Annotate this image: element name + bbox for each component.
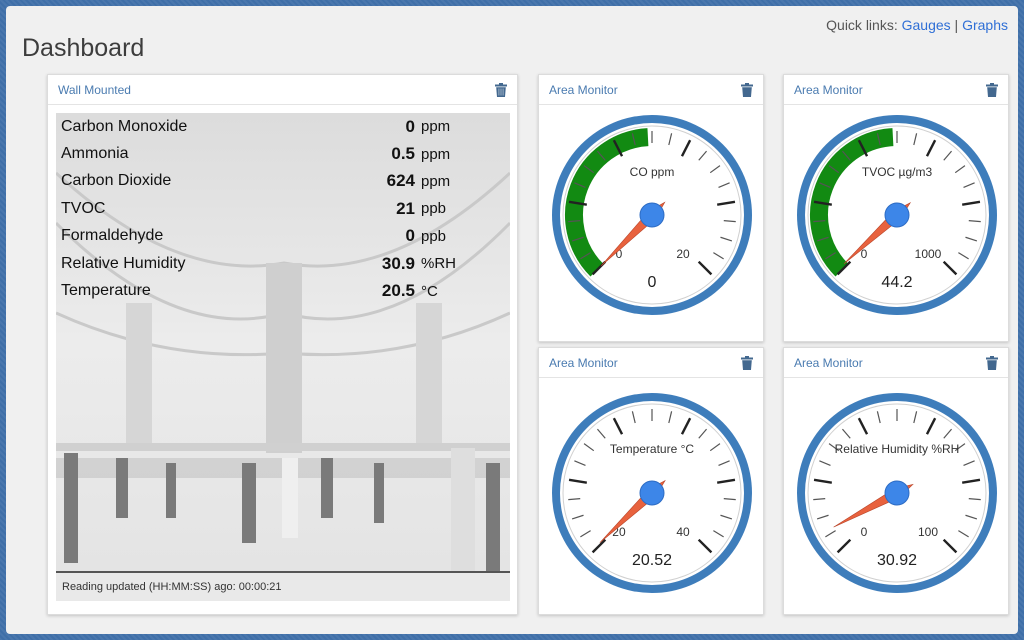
card-title: Area Monitor <box>549 355 618 370</box>
reading-unit: ppb <box>421 227 447 245</box>
app-frame: Quick links: Gauges | Graphs Dashboard W… <box>6 6 1018 634</box>
gauge-dial: CO ppm 0 20 0 <box>552 115 752 315</box>
quick-links-label: Quick links: <box>826 17 898 33</box>
reading-unit: ppm <box>421 145 451 163</box>
gauge-dial: Temperature °C 20 40 20.52 <box>552 393 752 593</box>
trash-icon[interactable] <box>986 355 998 370</box>
reading-name: Formaldehyde <box>61 227 164 245</box>
readings-list: Carbon Monoxide 0 ppm Ammonia 0.5 ppm Ca… <box>56 113 510 305</box>
gauge-value: 0 <box>648 274 657 291</box>
reading-row: Temperature 20.5 °C <box>56 277 510 304</box>
trash-icon[interactable] <box>741 355 753 370</box>
gauge-hub <box>639 202 665 228</box>
reading-value: 21 <box>396 198 415 218</box>
reading-row: Carbon Dioxide 624 ppm <box>56 168 510 195</box>
gauge-tick-label: 100 <box>918 525 938 539</box>
gauge-label: TVOC µg/m3 <box>862 165 933 179</box>
link-graphs[interactable]: Graphs <box>962 17 1008 33</box>
reading-value: 0 <box>405 226 415 246</box>
reading-row: TVOC 21 ppb <box>56 195 510 222</box>
gauge-dial: Relative Humidity %RH 0 100 30.92 <box>797 393 997 593</box>
reading-unit: °C <box>421 282 438 300</box>
quick-links: Quick links: Gauges | Graphs <box>826 17 1008 33</box>
reading-value: 0 <box>405 116 415 136</box>
gauge-tick-label: 40 <box>676 525 690 539</box>
card-title: Wall Mounted <box>58 82 131 97</box>
card-title: Area Monitor <box>794 82 863 97</box>
reading-row: Formaldehyde 0 ppb <box>56 223 510 250</box>
reading-row: Relative Humidity 30.9 %RH <box>56 250 510 277</box>
gauge-card-humidity: Area Monitor Relative Humidity %RH 0 100… <box>783 347 1009 615</box>
gauge-tick-label: 20 <box>676 247 690 261</box>
reading-name: TVOC <box>61 199 106 217</box>
reading-unit: ppm <box>421 118 451 136</box>
reading-name: Ammonia <box>61 145 129 163</box>
reading-unit: ppm <box>421 172 451 190</box>
gauge-value: 20.52 <box>632 552 672 569</box>
gauge-hub <box>884 480 910 506</box>
reading-value: 624 <box>386 171 415 191</box>
reading-unit: %RH <box>421 255 457 273</box>
trash-icon[interactable] <box>495 82 507 97</box>
card-header: Area Monitor <box>539 348 763 378</box>
reading-value: 20.5 <box>381 281 415 301</box>
gauge-label: Temperature °C <box>610 442 694 456</box>
gauge-tick-label: 0 <box>861 525 868 539</box>
gauge-dial: TVOC µg/m3 0 1000 44.2 <box>797 115 997 315</box>
gauge-label: Relative Humidity %RH <box>835 442 960 456</box>
page-title: Dashboard <box>22 34 145 62</box>
reading-value: 30.9 <box>381 253 415 273</box>
trash-icon[interactable] <box>986 82 998 97</box>
reading-name: Carbon Dioxide <box>61 172 172 190</box>
gauge-label: CO ppm <box>630 165 675 179</box>
gauge-card-temperature: Area Monitor Temperature °C 20 40 20.52 <box>538 347 764 615</box>
gauge-hub <box>639 480 665 506</box>
reading-name: Carbon Monoxide <box>61 117 188 135</box>
card-header: Area Monitor <box>784 75 1008 105</box>
card-header: Wall Mounted <box>48 75 517 105</box>
reading-unit: ppb <box>421 200 447 218</box>
card-header: Area Monitor <box>539 75 763 105</box>
gauge-card-co: Area Monitor CO ppm 0 20 0 <box>538 74 764 342</box>
gauge-card-tvoc: Area Monitor TVOC µg/m3 0 1000 44.2 <box>783 74 1009 342</box>
wall-mounted-card: Wall Mounted Carbon Monoxide 0 ppm Ammon… <box>47 74 518 615</box>
gauge-value: 30.92 <box>877 552 917 569</box>
card-title: Area Monitor <box>794 355 863 370</box>
gauge-value: 44.2 <box>881 274 912 291</box>
reading-value: 0.5 <box>391 144 415 164</box>
reading-row: Carbon Monoxide 0 ppm <box>56 113 510 140</box>
gauge-hub <box>884 202 910 228</box>
reading-updated-status: Reading updated (HH:MM:SS) ago: 00:00:21 <box>56 571 510 601</box>
trash-icon[interactable] <box>741 82 753 97</box>
reading-row: Ammonia 0.5 ppm <box>56 140 510 167</box>
reading-name: Temperature <box>61 282 151 300</box>
link-gauges[interactable]: Gauges <box>902 17 951 33</box>
gauge-tick-label: 1000 <box>915 247 942 261</box>
reading-name: Relative Humidity <box>61 254 186 272</box>
card-header: Area Monitor <box>784 348 1008 378</box>
card-title: Area Monitor <box>549 82 618 97</box>
wall-panel: Carbon Monoxide 0 ppm Ammonia 0.5 ppm Ca… <box>56 113 510 601</box>
link-separator: | <box>954 17 959 33</box>
